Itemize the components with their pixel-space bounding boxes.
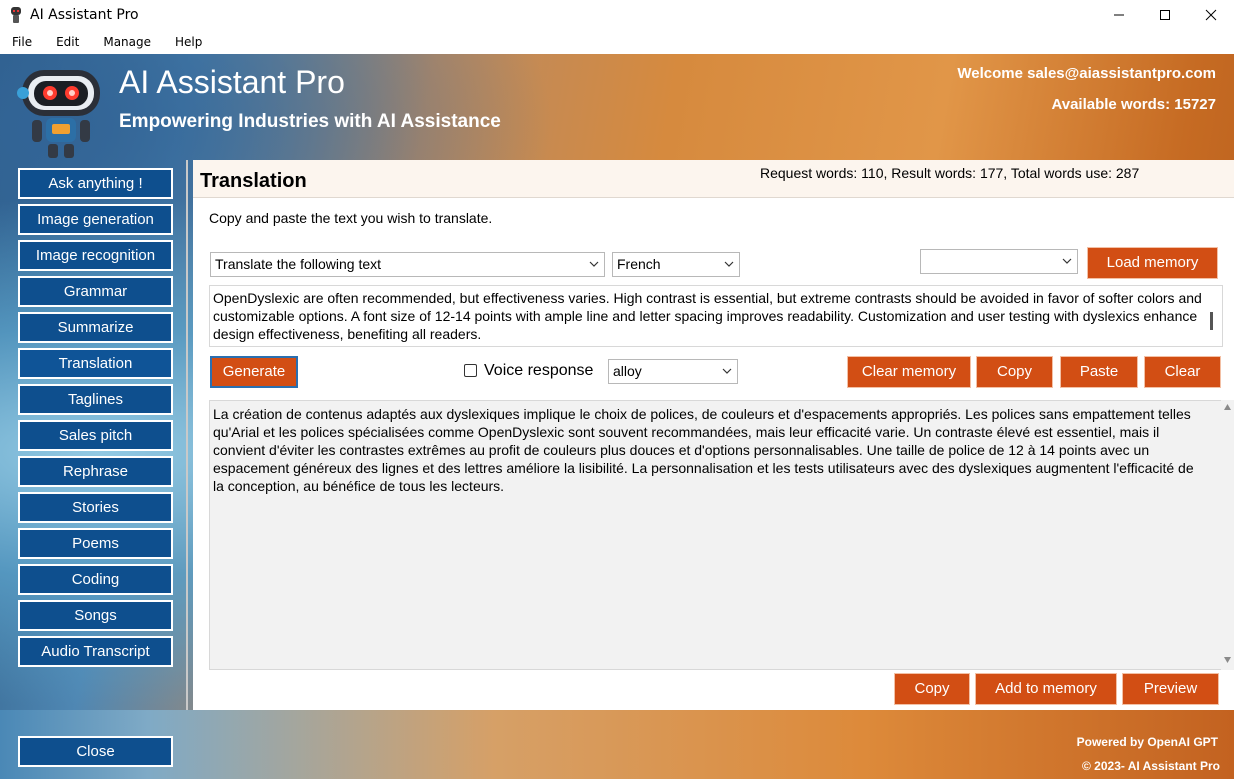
source-text-input[interactable]: OpenDyslexic are often recommended, but …	[209, 285, 1223, 347]
app-tagline: Empowering Industries with AI Assistance	[119, 111, 501, 132]
close-icon	[1205, 9, 1217, 21]
sidebar-item-audio-transcript[interactable]: Audio Transcript	[18, 636, 173, 667]
scroll-down-icon[interactable]	[1223, 656, 1232, 664]
sidebar-item-poems[interactable]: Poems	[18, 528, 173, 559]
language-select[interactable]: French	[612, 252, 740, 277]
clear-memory-button[interactable]: Clear memory	[847, 356, 971, 388]
sidebar-divider	[186, 160, 188, 710]
voice-response-label: Voice response	[484, 362, 594, 379]
prompt-select[interactable]: Translate the following text	[210, 252, 605, 277]
available-words: Available words: 15727	[1051, 96, 1216, 113]
preview-button[interactable]: Preview	[1122, 673, 1219, 705]
instruction-text: Copy and paste the text you wish to tran…	[209, 210, 493, 226]
sidebar-item-sales-pitch[interactable]: Sales pitch	[18, 420, 173, 451]
app-name: AI Assistant Pro	[119, 64, 345, 100]
app-robot-icon	[8, 7, 24, 23]
sidebar-item-image-recognition[interactable]: Image recognition	[18, 240, 173, 271]
prompt-select-value: Translate the following text	[215, 256, 382, 272]
copy-output-button[interactable]: Copy	[894, 673, 970, 705]
memory-select[interactable]	[920, 249, 1078, 274]
voice-select[interactable]: alloy	[608, 359, 738, 384]
sidebar-item-grammar[interactable]: Grammar	[18, 276, 173, 307]
menu-manage[interactable]: Manage	[91, 35, 163, 49]
chevron-down-icon	[1062, 258, 1072, 264]
menu-edit[interactable]: Edit	[44, 35, 91, 49]
translation-panel: Translation Request words: 110, Result w…	[193, 160, 1234, 710]
maximize-button[interactable]	[1142, 0, 1188, 30]
welcome-text: Welcome sales@aiassistantpro.com	[957, 65, 1216, 82]
sidebar-item-image-generation[interactable]: Image generation	[18, 204, 173, 235]
sidebar-item-ask-anything[interactable]: Ask anything !	[18, 168, 173, 199]
translation-output[interactable]: La création de contenus adaptés aux dysl…	[209, 400, 1223, 670]
output-scrollbar[interactable]	[1221, 400, 1234, 670]
chevron-down-icon	[724, 261, 734, 267]
chevron-down-icon	[722, 368, 732, 374]
input-scrollbar[interactable]	[1210, 312, 1213, 330]
sidebar-item-summarize[interactable]: Summarize	[18, 312, 173, 343]
word-stats: Request words: 110, Result words: 177, T…	[760, 165, 1140, 181]
menu-file[interactable]: File	[0, 35, 44, 49]
clear-button[interactable]: Clear	[1144, 356, 1221, 388]
maximize-icon	[1160, 10, 1170, 20]
minimize-button[interactable]	[1096, 0, 1142, 30]
language-select-value: French	[617, 256, 661, 272]
panel-header: Translation Request words: 110, Result w…	[193, 160, 1234, 198]
copy-input-button[interactable]: Copy	[976, 356, 1053, 388]
powered-by: Powered by OpenAI GPT	[1076, 735, 1218, 749]
menu-help[interactable]: Help	[163, 35, 214, 49]
paste-button[interactable]: Paste	[1060, 356, 1138, 388]
voice-select-value: alloy	[613, 363, 642, 379]
window-title: AI Assistant Pro	[30, 7, 139, 23]
sidebar-item-coding[interactable]: Coding	[18, 564, 173, 595]
voice-response-checkbox[interactable]	[464, 364, 477, 377]
minimize-icon	[1114, 14, 1124, 16]
robot-logo-icon	[17, 70, 100, 158]
copyright: © 2023- AI Assistant Pro	[1082, 759, 1220, 773]
page-title: Translation	[200, 170, 307, 192]
chevron-down-icon	[589, 261, 599, 267]
generate-button[interactable]: Generate	[210, 356, 298, 388]
sidebar: Ask anything ! Image generation Image re…	[18, 168, 174, 672]
sidebar-item-translation[interactable]: Translation	[18, 348, 173, 379]
close-button[interactable]: Close	[18, 736, 173, 767]
footer-background	[0, 710, 1234, 779]
sidebar-item-taglines[interactable]: Taglines	[18, 384, 173, 415]
add-to-memory-button[interactable]: Add to memory	[975, 673, 1117, 705]
sidebar-item-stories[interactable]: Stories	[18, 492, 173, 523]
load-memory-button[interactable]: Load memory	[1087, 247, 1218, 279]
title-bar: AI Assistant Pro	[0, 0, 1234, 30]
sidebar-item-songs[interactable]: Songs	[18, 600, 173, 631]
scroll-up-icon[interactable]	[1223, 403, 1232, 411]
menu-bar: File Edit Manage Help	[0, 30, 1234, 54]
sidebar-item-rephrase[interactable]: Rephrase	[18, 456, 173, 487]
close-window-button[interactable]	[1188, 0, 1234, 30]
